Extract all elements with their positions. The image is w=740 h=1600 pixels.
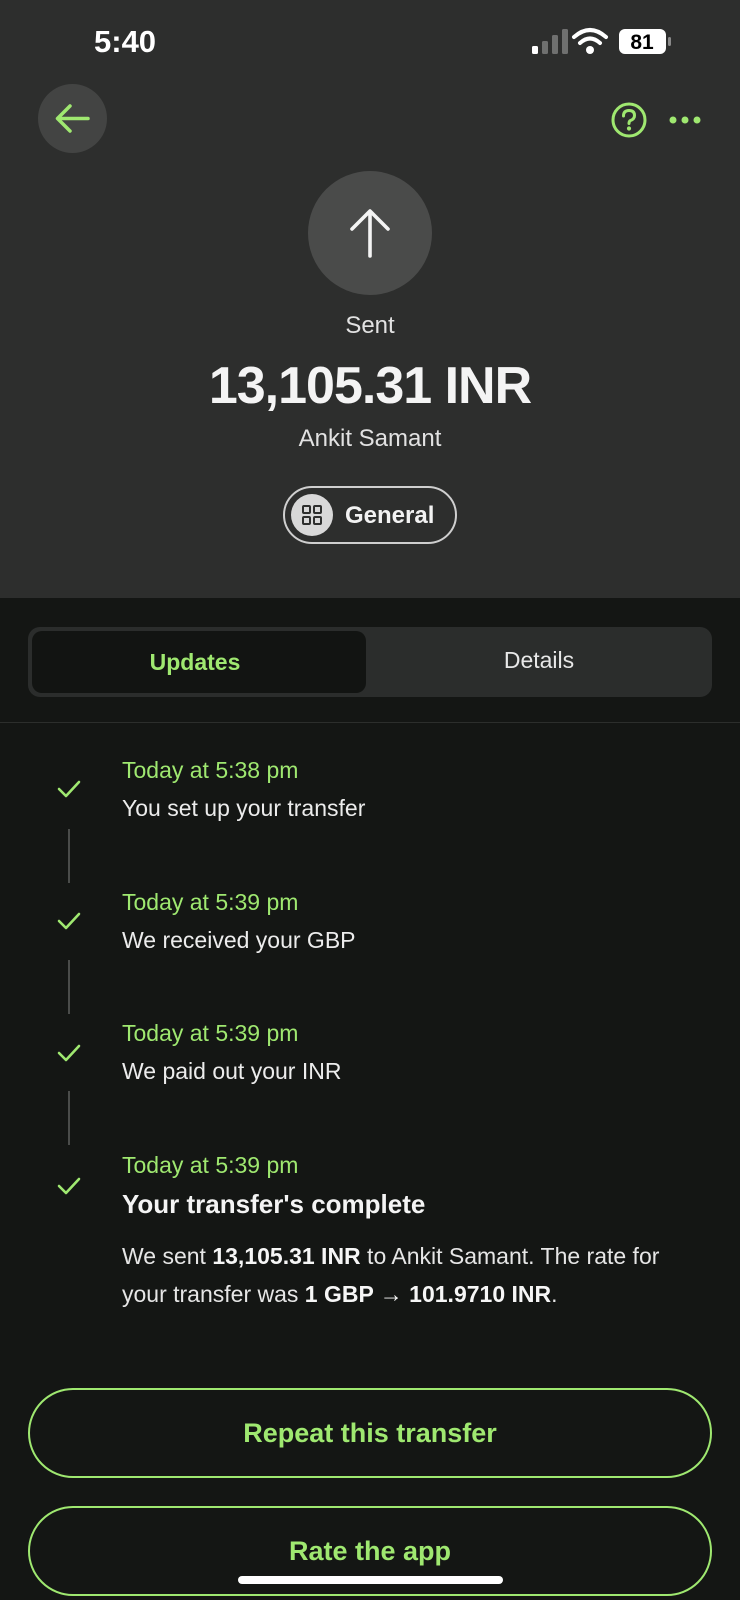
completion-description: We sent 13,105.31 INR to Ankit Samant. T…	[122, 1243, 660, 1307]
tab-updates-label[interactable]: Updates	[28, 649, 362, 676]
tab-details[interactable]: Details	[366, 647, 712, 674]
timeline-time: Today at 5:39 pm	[122, 1152, 299, 1178]
timeline-time: Today at 5:38 pm	[122, 757, 299, 783]
sent-icon-circle	[308, 171, 432, 295]
timeline-connector	[68, 829, 70, 883]
category-pill[interactable]: General	[283, 486, 457, 544]
timeline-time: Today at 5:39 pm	[122, 889, 299, 915]
transfer-header: 5:40 81 Sent 13,105.31 INR Ankit Samant	[0, 0, 740, 598]
timeline-event-complete: Your transfer's complete	[122, 1189, 426, 1219]
back-button[interactable]	[38, 84, 107, 153]
home-indicator	[238, 1576, 503, 1584]
check-icon	[57, 1177, 81, 1195]
timeline-event: We paid out your INR	[122, 1058, 342, 1084]
transfer-status: Sent	[345, 312, 395, 339]
exchange-rate: 1 GBP → 101.9710 INR	[304, 1281, 552, 1307]
sent-amount: 13,105.31 INR	[212, 1243, 361, 1269]
check-icon	[57, 912, 81, 930]
status-time: 5:40	[94, 24, 157, 59]
question-circle-icon[interactable]	[610, 101, 648, 139]
category-label: General	[345, 502, 435, 529]
battery-level: 81	[630, 31, 654, 54]
arrow-up-icon	[350, 209, 390, 258]
timeline-event: We received your GBP	[122, 927, 356, 953]
status-icons: 81	[532, 28, 671, 54]
more-dots-icon[interactable]	[668, 109, 702, 131]
timeline-event: You set up your transfer	[122, 795, 366, 821]
category-icon-circle	[291, 494, 333, 536]
repeat-transfer-button[interactable]: Repeat this transfer	[28, 1388, 712, 1478]
recipient-name: Ankit Samant	[298, 425, 442, 452]
timeline-connector	[68, 960, 70, 1014]
timeline-connector	[68, 1091, 70, 1145]
timeline-time: Today at 5:39 pm	[122, 1020, 299, 1046]
check-icon	[57, 1044, 81, 1062]
arrow-left-icon	[55, 104, 90, 133]
transfer-amount: 13,105.31 INR	[208, 357, 532, 415]
check-icon	[57, 780, 81, 798]
divider	[0, 722, 740, 723]
grid-icon	[302, 505, 322, 525]
tab-bar: Updates Details	[28, 627, 712, 697]
